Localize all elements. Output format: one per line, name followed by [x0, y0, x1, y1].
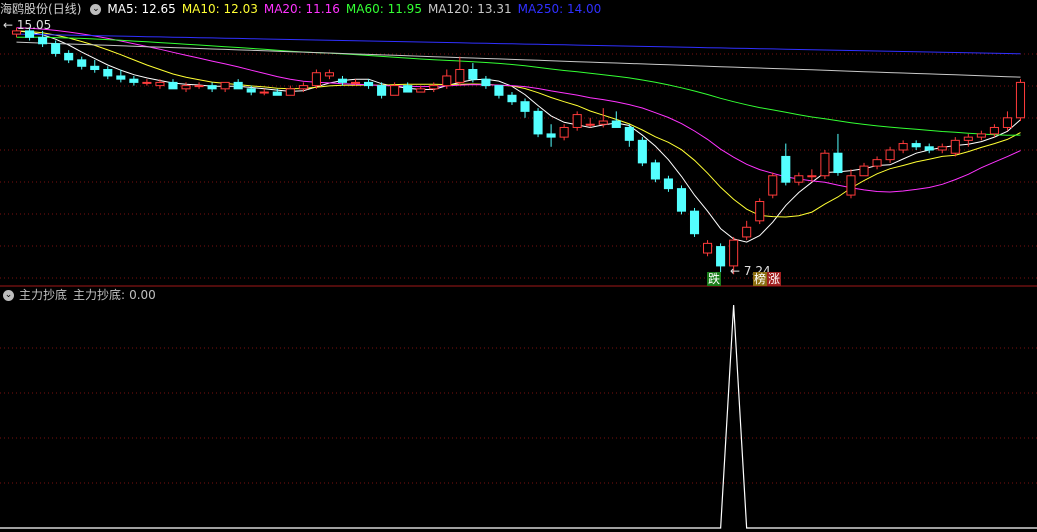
candle-body: [846, 175, 856, 196]
candle-body: [624, 126, 634, 141]
candle-body: [533, 110, 543, 135]
kline-chart[interactable]: [0, 0, 1037, 532]
candle-body: [429, 85, 439, 90]
candle-body: [755, 201, 765, 222]
candle-body: [885, 149, 895, 161]
candle-body: [768, 175, 778, 196]
candle-body: [950, 139, 960, 154]
candle-body: [390, 85, 400, 96]
candle-body: [51, 43, 61, 54]
candle-body: [716, 246, 726, 267]
candle-body: [337, 78, 348, 83]
candle-body: [364, 81, 374, 87]
high-price-value: 15.05: [16, 18, 52, 32]
high-price-arrow: ←: [3, 18, 14, 32]
candle-body: [794, 175, 804, 183]
signal-tag-rise: 涨: [767, 272, 782, 286]
candle-body: [859, 165, 869, 177]
candle-body: [494, 85, 504, 96]
candle-body: [520, 101, 530, 112]
candle-body: [416, 88, 426, 93]
candle-body: [481, 78, 491, 87]
candle-body: [911, 143, 921, 148]
candle-body: [116, 75, 126, 80]
candle-body: [546, 133, 556, 138]
candle-body: [585, 123, 595, 126]
candle-body: [350, 81, 361, 84]
candle-body: [181, 85, 191, 90]
candle-body: [559, 126, 569, 138]
candle-body: [1002, 117, 1012, 128]
candle-body: [168, 81, 178, 90]
candle-body: [233, 81, 243, 90]
candle-body: [807, 175, 817, 178]
candle-body: [207, 85, 217, 90]
candle-body: [963, 136, 973, 141]
candle-body: [676, 188, 687, 212]
candle-body: [38, 36, 48, 45]
candle-body: [129, 78, 139, 83]
low-price-arrow: ←: [730, 264, 741, 278]
candle-body: [285, 88, 295, 96]
candle-body: [729, 239, 739, 267]
candle-body: [781, 155, 791, 183]
candle-body: [442, 75, 452, 87]
candle-body: [507, 94, 517, 103]
candle-body: [611, 120, 621, 128]
candle-body: [403, 85, 413, 93]
candle-body: [324, 72, 334, 77]
candle-body: [976, 133, 986, 138]
candle-body: [220, 81, 230, 90]
candle-body: [90, 65, 100, 71]
candle-body: [924, 146, 934, 151]
candle-body: [377, 85, 387, 96]
candle-body: [272, 91, 282, 96]
candle-body: [77, 59, 87, 67]
candle-body: [64, 52, 74, 61]
candle-body: [833, 152, 843, 174]
candle-body: [820, 152, 830, 177]
candle-body: [455, 69, 465, 83]
candle-body: [311, 72, 321, 87]
candle-body: [637, 139, 647, 164]
candle-body: [259, 91, 269, 94]
candle-body: [194, 85, 204, 88]
ma-line-ma5: [16, 30, 1021, 243]
candle-body: [872, 159, 882, 167]
candle-body: [650, 162, 660, 180]
candle-body: [689, 210, 700, 235]
indicator-line: [0, 304, 1037, 529]
signal-tag-rank: 榜: [753, 272, 768, 286]
candle-body: [572, 114, 582, 128]
candle-body: [898, 143, 908, 151]
candle-body: [103, 69, 113, 77]
high-price-label: ← 15.05: [2, 18, 52, 32]
ma-line-ma10: [16, 30, 1021, 218]
candle-body: [937, 146, 947, 151]
candle-body: [598, 120, 608, 125]
candle-body: [1015, 81, 1026, 119]
candle-body: [298, 85, 308, 90]
candle-body: [703, 242, 713, 254]
candle-body: [142, 81, 152, 84]
candle-body: [663, 178, 673, 190]
candle-body: [155, 81, 165, 87]
candle-body: [246, 88, 256, 93]
candle-body: [468, 69, 478, 80]
candle-body: [742, 226, 752, 238]
candle-body: [989, 126, 999, 135]
signal-tag-fall: 跌: [707, 272, 722, 286]
